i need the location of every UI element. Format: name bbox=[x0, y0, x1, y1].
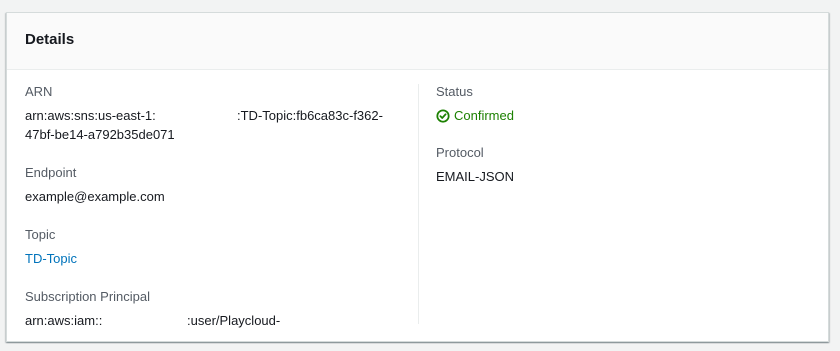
principal-value-part2: :user/Playcloud- bbox=[187, 313, 281, 328]
arn-label: ARN bbox=[25, 84, 53, 99]
endpoint-value: example@example.com bbox=[25, 189, 165, 204]
topic-field: Topic TD-Topic bbox=[25, 227, 417, 268]
topic-link[interactable]: TD-Topic bbox=[25, 249, 417, 268]
endpoint-label: Endpoint bbox=[25, 165, 77, 180]
details-left-column: ARN arn:aws:sns:us-east-1: :TD-Topic:fb6… bbox=[25, 70, 417, 330]
panel-title: Details bbox=[25, 31, 75, 48]
status-text: Confirmed bbox=[454, 108, 514, 123]
status-field: Status Confirmed bbox=[436, 84, 806, 125]
panel-body: ARN arn:aws:sns:us-east-1: :TD-Topic:fb6… bbox=[7, 70, 828, 342]
protocol-value: EMAIL-JSON bbox=[436, 169, 515, 184]
principal-value-part1: arn:aws:iam:: bbox=[25, 313, 103, 328]
details-right-column: Status Confirmed Protocol EMAIL-JSON bbox=[436, 70, 806, 186]
panel-header: Details bbox=[7, 13, 828, 70]
arn-value-part1: arn:aws:sns:us-east-1: bbox=[25, 108, 156, 123]
details-panel: Details ARN arn:aws:sns:us-east-1: :TD-T… bbox=[6, 12, 829, 342]
status-value: Confirmed bbox=[436, 106, 806, 125]
arn-value-part2: :TD-Topic:fb6ca83c-f362- bbox=[237, 108, 383, 123]
column-divider bbox=[418, 84, 419, 324]
endpoint-field: Endpoint example@example.com bbox=[25, 165, 417, 206]
check-circle-icon bbox=[436, 108, 450, 123]
principal-field: Subscription Principal arn:aws:iam:: :us… bbox=[25, 289, 417, 330]
protocol-field: Protocol EMAIL-JSON bbox=[436, 145, 806, 186]
principal-value: arn:aws:iam:: :user/Playcloud- bbox=[25, 311, 417, 330]
protocol-label: Protocol bbox=[436, 145, 484, 160]
status-label: Status bbox=[436, 84, 473, 99]
principal-label: Subscription Principal bbox=[25, 289, 151, 304]
topic-label: Topic bbox=[25, 227, 56, 242]
arn-field: ARN arn:aws:sns:us-east-1: :TD-Topic:fb6… bbox=[25, 84, 417, 144]
arn-value-line2: 47bf-be14-a792b35de071 bbox=[25, 127, 175, 142]
arn-value: arn:aws:sns:us-east-1: :TD-Topic:fb6ca83… bbox=[25, 106, 417, 125]
